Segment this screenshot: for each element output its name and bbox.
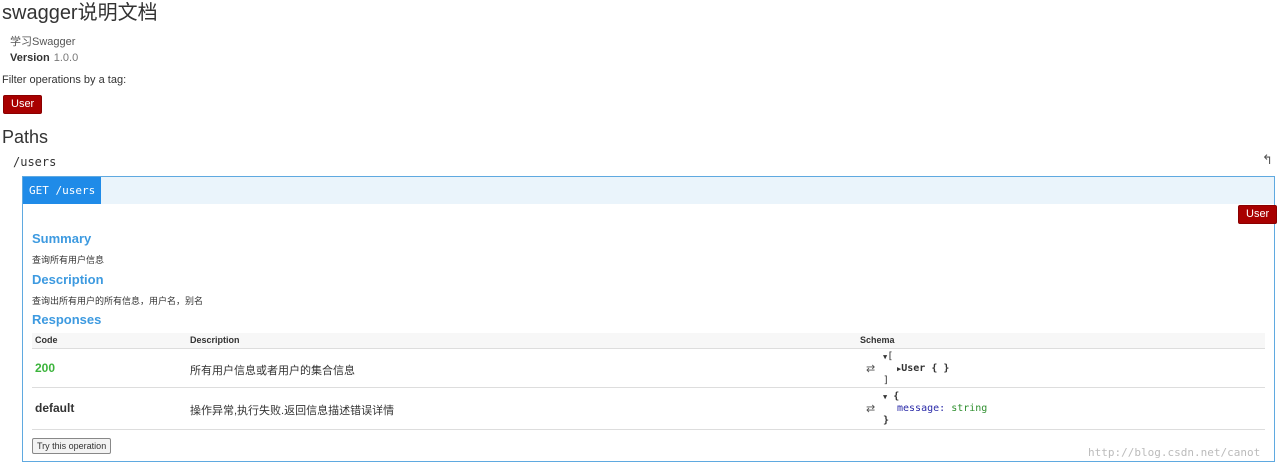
response-code: 200 [35, 361, 55, 375]
filter-label: Filter operations by a tag: [2, 74, 126, 86]
schema-type: string [951, 403, 987, 414]
response-description: 操作异常,执行失败.返回信息描述错误详情 [190, 402, 394, 418]
try-operation-button[interactable]: Try this operation [32, 438, 111, 454]
schema-close-bracket: ] [883, 375, 889, 386]
column-header-schema: Schema [860, 335, 895, 345]
column-header-description: Description [190, 335, 240, 345]
collapse-triangle-icon[interactable]: ▼ [883, 393, 887, 401]
summary-heading: Summary [32, 231, 91, 246]
response-schema: ▼[ ▶User { } ] [883, 351, 949, 387]
version-value: 1.0.0 [54, 52, 78, 64]
schema-key: message: [897, 403, 945, 414]
schema-open-bracket: [ [887, 351, 893, 362]
tag-filter-user-button[interactable]: User [3, 95, 42, 114]
watermark: http://blog.csdn.net/canot [1088, 446, 1260, 459]
swap-icon[interactable]: ⇄ [866, 402, 875, 415]
table-row: 200 所有用户信息或者用户的集合信息 ⇄ ▼[ ▶User { } ] [32, 349, 1265, 388]
table-row: default 操作异常,执行失败.返回信息描述错误详情 ⇄ ▼ { messa… [32, 388, 1265, 430]
reply-icon[interactable]: ↰ [1262, 152, 1273, 168]
operation-panel: GET /users User Summary 查询所有用户信息 Descrip… [22, 176, 1275, 462]
response-schema: ▼ { message: string } [883, 391, 987, 427]
operation-header[interactable]: GET /users [23, 177, 1274, 204]
api-description: 学习Swagger [10, 33, 75, 49]
response-code: default [35, 401, 74, 415]
operation-tag-user-button[interactable]: User [1238, 205, 1277, 224]
schema-model-user[interactable]: User { } [901, 363, 949, 374]
path-name: /users [13, 155, 56, 169]
operation-method-path[interactable]: GET /users [23, 177, 101, 204]
schema-open-brace: { [893, 391, 899, 402]
paths-heading: Paths [2, 127, 48, 148]
description-heading: Description [32, 272, 104, 287]
swap-icon[interactable]: ⇄ [866, 362, 875, 375]
api-version: Version 1.0.0 [10, 52, 78, 64]
column-header-code: Code [35, 335, 58, 345]
description-text: 查询出所有用户的所有信息，用户名，别名 [32, 294, 203, 307]
responses-table-header: Code Description Schema [32, 333, 1265, 349]
page-title: swagger说明文档 [2, 0, 158, 25]
response-description: 所有用户信息或者用户的集合信息 [190, 362, 355, 378]
schema-close-brace: } [883, 415, 889, 426]
summary-text: 查询所有用户信息 [32, 253, 104, 266]
version-label: Version [10, 52, 50, 64]
responses-heading: Responses [32, 312, 101, 327]
